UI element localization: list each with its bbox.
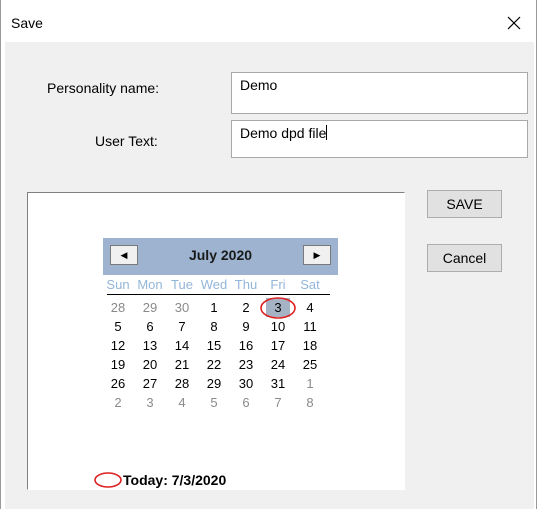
calendar-day[interactable]: 5 [103,317,133,336]
calendar-day[interactable]: 6 [231,393,261,412]
today-circle-icon [94,472,122,488]
title-bar: Save [1,0,536,42]
calendar-day[interactable]: 16 [231,336,261,355]
calendar-day[interactable]: 8 [199,317,229,336]
dialog-body: Personality name: Demo User Text: Demo d… [5,42,534,509]
close-button[interactable] [497,8,531,38]
dialog-title: Save [11,15,43,31]
weekday-sun: Sun [106,277,130,292]
calendar-day[interactable]: 28 [103,298,133,317]
calendar-day[interactable]: 28 [167,374,197,393]
month-title: July 2020 [188,247,253,263]
calendar-day[interactable]: 2 [231,298,261,317]
calendar-header: ◀ July 2020 ▶ [103,238,338,275]
user-text-input[interactable]: Demo dpd file [231,120,528,158]
calendar-day[interactable]: 30 [167,298,197,317]
personality-name-value: Demo [240,77,278,93]
calendar-day[interactable]: 5 [199,393,229,412]
calendar-day[interactable]: 31 [263,374,293,393]
calendar-day[interactable]: 10 [263,317,293,336]
user-text-label: User Text: [95,133,158,149]
personality-name-label: Personality name: [47,80,160,96]
calendar-day[interactable]: 20 [135,355,165,374]
save-dialog: Save Personality name: Demo User Text: D… [0,0,537,509]
today-link[interactable]: Today: 7/3/2020 [94,471,227,489]
calendar-day[interactable]: 9 [231,317,261,336]
calendar-day[interactable]: 23 [231,355,261,374]
weekday-wed: Wed [200,277,228,292]
close-icon [507,16,521,30]
calendar-day[interactable]: 12 [103,336,133,355]
calendar-day[interactable]: 13 [135,336,165,355]
calendar-day[interactable]: 29 [135,298,165,317]
calendar-day[interactable]: 15 [199,336,229,355]
save-button-label: SAVE [446,196,483,212]
weekday-mon: Mon [137,277,163,292]
calendar-day[interactable]: 2 [103,393,133,412]
calendar-panel: ◀ July 2020 ▶ Sun Mon Tue Wed Thu Fri Sa… [27,192,405,490]
calendar-day[interactable]: 4 [295,298,325,317]
prev-month-button[interactable]: ◀ [110,245,138,265]
weekday-fri: Fri [270,277,286,292]
calendar-day[interactable]: 8 [295,393,325,412]
calendar-day[interactable]: 18 [295,336,325,355]
calendar-day[interactable]: 1 [199,298,229,317]
user-text-value: Demo dpd file [240,125,327,141]
calendar-day[interactable]: 6 [135,317,165,336]
calendar-day[interactable]: 11 [295,317,325,336]
calendar-day[interactable]: 21 [167,355,197,374]
calendar-day[interactable]: 24 [263,355,293,374]
text-cursor [326,125,328,140]
calendar-day[interactable]: 4 [167,393,197,412]
calendar-day[interactable]: 29 [199,374,229,393]
calendar-day[interactable]: 27 [135,374,165,393]
next-month-button[interactable]: ▶ [303,245,331,265]
calendar-day[interactable]: 3 [135,393,165,412]
calendar-day[interactable]: 7 [167,317,197,336]
calendar-day[interactable]: 30 [231,374,261,393]
today-label: Today: 7/3/2020 [123,472,227,488]
weekday-thu: Thu [234,277,258,292]
personality-name-input[interactable]: Demo [231,72,528,114]
calendar-day[interactable]: 3 [266,298,290,317]
weekday-divider [107,294,330,295]
calendar-day[interactable]: 17 [263,336,293,355]
weekday-sat: Sat [300,277,320,292]
cancel-button-label: Cancel [442,250,487,266]
calendar-day[interactable]: 25 [295,355,325,374]
calendar-day[interactable]: 7 [263,393,293,412]
weekday-tue: Tue [171,277,193,292]
save-button[interactable]: SAVE [427,190,502,218]
calendar-day[interactable]: 14 [167,336,197,355]
arrow-left-icon: ◀ [120,249,128,260]
calendar-day[interactable]: 22 [199,355,229,374]
calendar-day[interactable]: 1 [295,374,325,393]
arrow-right-icon: ▶ [313,249,321,260]
calendar-day[interactable]: 19 [103,355,133,374]
cancel-button[interactable]: Cancel [427,244,502,272]
calendar-day[interactable]: 26 [103,374,133,393]
